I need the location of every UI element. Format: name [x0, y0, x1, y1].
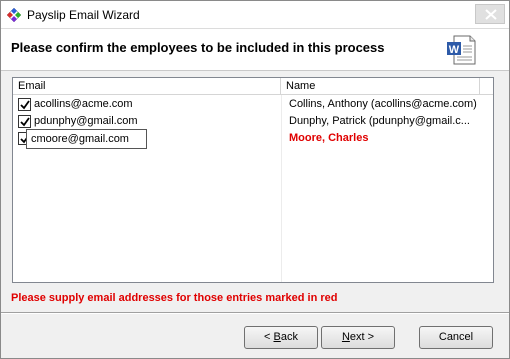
close-button[interactable]	[475, 4, 505, 24]
name-cell-missing-email: Moore, Charles	[289, 132, 369, 144]
title-bar: Payslip Email Wizard	[1, 1, 509, 29]
table-row[interactable]: cmoore@gmail.com Moore, Charles	[13, 129, 493, 149]
email-cell[interactable]: pdunphy@gmail.com	[34, 115, 138, 127]
page-heading: Please confirm the employees to be inclu…	[11, 40, 385, 55]
window-title: Payslip Email Wizard	[27, 8, 140, 22]
diamond-app-icon	[6, 7, 22, 23]
wizard-window: Payslip Email Wizard Please confirm the …	[0, 0, 510, 359]
word-document-icon: W	[444, 33, 478, 67]
close-icon	[485, 9, 497, 20]
checkmark-icon	[20, 100, 30, 110]
name-cell: Dunphy, Patrick (pdunphy@gmail.c...	[289, 115, 470, 127]
back-button[interactable]: < Back	[244, 326, 318, 349]
cancel-button[interactable]: Cancel	[419, 326, 493, 349]
next-button-label: ext >	[349, 331, 375, 343]
back-button-hotkey: B	[273, 331, 281, 343]
row-checkbox[interactable]	[18, 115, 31, 128]
email-cell[interactable]: acollins@acme.com	[34, 98, 133, 110]
svg-text:W: W	[449, 44, 460, 56]
row-checkbox[interactable]	[18, 98, 31, 111]
warning-message: Please supply email addresses for those …	[11, 292, 338, 304]
next-button[interactable]: Next >	[321, 326, 395, 349]
column-header-filler	[480, 78, 493, 95]
back-button-label: ack	[280, 331, 298, 343]
header-band: Please confirm the employees to be inclu…	[1, 29, 509, 71]
checkmark-icon	[20, 117, 30, 127]
column-header-name[interactable]: Name	[281, 78, 480, 95]
list-header: Email Name	[13, 78, 493, 95]
footer-separator	[1, 312, 509, 314]
table-row[interactable]: acollins@acme.com Collins, Anthony (acol…	[13, 96, 493, 114]
back-button-prefix: <	[264, 331, 274, 343]
name-cell: Collins, Anthony (acollins@acme.com)	[289, 98, 477, 110]
next-button-hotkey: N	[341, 331, 350, 343]
email-edit-field[interactable]: cmoore@gmail.com	[26, 129, 147, 149]
employee-list[interactable]: Email Name acollins@acme.com Collins, An…	[12, 77, 494, 283]
column-header-email[interactable]: Email	[13, 78, 281, 95]
